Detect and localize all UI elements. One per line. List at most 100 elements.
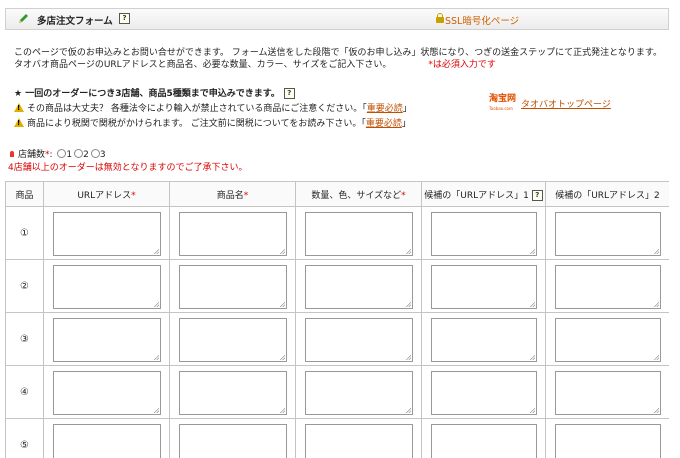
taobao-logo-text: 淘宝网: [489, 94, 517, 104]
table-cell: [295, 365, 422, 419]
warning-text: 商品により税関で関税がかけられます。 ご注文前に関税についてをお読み下さい。「: [27, 119, 366, 129]
name-textarea[interactable]: [178, 265, 287, 309]
required-note: *は必須入力です: [428, 60, 496, 70]
store-count-radio-3[interactable]: [90, 149, 100, 158]
required-mark: *: [131, 190, 136, 201]
url-textarea[interactable]: [52, 371, 161, 415]
details-textarea[interactable]: [304, 212, 413, 256]
table-row: ③: [5, 312, 669, 366]
table-cell: [43, 206, 170, 260]
table-cell: [545, 259, 669, 313]
col-header-quantity: 数量、色、サイズなど*: [295, 181, 422, 207]
order-form-page: 多店注文フォーム ? SSL暗号化ページ このページで仮のお申込みとお問い合せが…: [0, 0, 680, 458]
table-cell: [169, 418, 296, 458]
store-count-field: 店舗数*: 123: [10, 147, 106, 160]
table-cell: [545, 365, 669, 419]
table-cell: [295, 206, 422, 260]
name-textarea[interactable]: [178, 371, 287, 415]
ssl-text: SSL暗号化ページ: [445, 16, 520, 27]
alt-url-1-textarea[interactable]: [430, 265, 537, 309]
table-cell: [545, 418, 669, 458]
url-textarea[interactable]: [52, 424, 161, 458]
table-cell: [421, 365, 546, 419]
ssl-label: SSL暗号化ページ: [436, 13, 519, 27]
warning-customs: 商品により税関で関税がかけられます。 ご注文前に関税についてをお読み下さい。「重…: [14, 116, 411, 129]
row-number: ③: [5, 312, 44, 366]
table-cell: [169, 206, 296, 260]
col-header-item: 商品: [5, 181, 44, 207]
details-textarea[interactable]: [304, 424, 413, 458]
help-icon[interactable]: ?: [283, 88, 295, 99]
table-cell: [43, 365, 170, 419]
alt-url-1-textarea[interactable]: [430, 318, 537, 362]
required-mark: *: [401, 190, 406, 201]
table-cell: [545, 206, 669, 260]
details-textarea[interactable]: [304, 318, 413, 362]
taobao-logo[interactable]: 淘宝网 Taobao.com: [489, 95, 516, 113]
table-row: ①: [5, 206, 669, 260]
store-count-radio-2[interactable]: [74, 149, 84, 158]
warning-icon: [14, 118, 24, 127]
table-row: ④: [5, 365, 669, 419]
name-textarea[interactable]: [178, 424, 287, 458]
alt-url-2-textarea[interactable]: [554, 265, 661, 309]
header-label: 商品名: [216, 190, 244, 201]
table-cell: [421, 418, 546, 458]
radio-label: 2: [83, 150, 89, 160]
col-header-name: 商品名*: [169, 181, 296, 207]
alt-url-1-textarea[interactable]: [430, 371, 537, 415]
alt-url-2-textarea[interactable]: [554, 371, 661, 415]
alt-url-1-textarea[interactable]: [430, 212, 537, 256]
header-label: 商品: [15, 190, 34, 201]
url-textarea[interactable]: [52, 318, 161, 362]
required-mark: *: [45, 150, 50, 160]
pin-icon: [10, 151, 14, 157]
pencil-icon: [19, 14, 28, 23]
alt-url-2-textarea[interactable]: [554, 424, 661, 458]
name-textarea[interactable]: [178, 318, 287, 362]
col-header-alt-url-2: 候補の「URLアドレス」2: [545, 181, 669, 207]
table-cell: [295, 418, 422, 458]
order-table: 商品 URLアドレス* 商品名* 数量、色、サイズなど* 候補の「URLアドレス…: [5, 181, 669, 458]
taobao-link-area: 淘宝网 Taobao.com タオバオトップページ: [489, 95, 611, 113]
radio-label: 1: [66, 150, 73, 160]
col-header-url: URLアドレス*: [43, 181, 170, 207]
row-number: ②: [5, 259, 44, 313]
table-cell: [421, 206, 546, 260]
row-number: ⑤: [5, 418, 44, 458]
warning-icon: [14, 103, 24, 112]
order-limit-notice: ★ 一回のオーダーにつき3店舗、商品5種類まで申込みできます。?: [14, 86, 295, 99]
details-textarea[interactable]: [304, 265, 413, 309]
help-icon[interactable]: ?: [119, 13, 130, 24]
taobao-top-link[interactable]: タオバオトップページ: [521, 100, 611, 110]
warning-tail: 」: [401, 119, 411, 129]
lock-icon: [436, 13, 444, 23]
table-cell: [421, 259, 546, 313]
help-icon[interactable]: ?: [531, 189, 543, 201]
header-label: URLアドレス: [77, 190, 132, 201]
required-mark: *: [243, 190, 249, 201]
name-textarea[interactable]: [178, 212, 287, 256]
form-header: 多店注文フォーム ? SSL暗号化ページ: [5, 8, 669, 30]
alt-url-2-textarea[interactable]: [554, 212, 661, 256]
alt-url-2-textarea[interactable]: [554, 318, 661, 362]
table-row: ②: [5, 259, 669, 313]
radio-label: 3: [99, 150, 106, 160]
details-textarea[interactable]: [304, 371, 413, 415]
table-cell: [295, 312, 422, 366]
col-header-alt-url-1: 候補の「URLアドレス」1 ?: [421, 181, 546, 207]
table-header-row: 商品 URLアドレス* 商品名* 数量、色、サイズなど* 候補の「URLアドレス…: [5, 181, 669, 207]
warning-text: その商品は大丈夫？ 各種法令により輸入が禁止されている商品にご注意ください。「: [27, 104, 367, 114]
alt-url-1-textarea[interactable]: [430, 424, 537, 458]
table-cell: [43, 418, 170, 458]
table-cell: [169, 365, 296, 419]
table-cell: [169, 312, 296, 366]
header-label: 候補の「URLアドレス」2: [555, 190, 660, 201]
url-textarea[interactable]: [52, 265, 161, 309]
important-read-link[interactable]: 重要必読: [367, 104, 403, 114]
header-label: 候補の「URLアドレス」1: [424, 190, 529, 201]
url-textarea[interactable]: [52, 212, 161, 256]
table-row: ⑤: [5, 418, 669, 458]
important-read-link[interactable]: 重要必読: [366, 119, 402, 129]
order-limit-text: ★ 一回のオーダーにつき3店舗、商品5種類まで申込みできます。: [14, 89, 280, 99]
